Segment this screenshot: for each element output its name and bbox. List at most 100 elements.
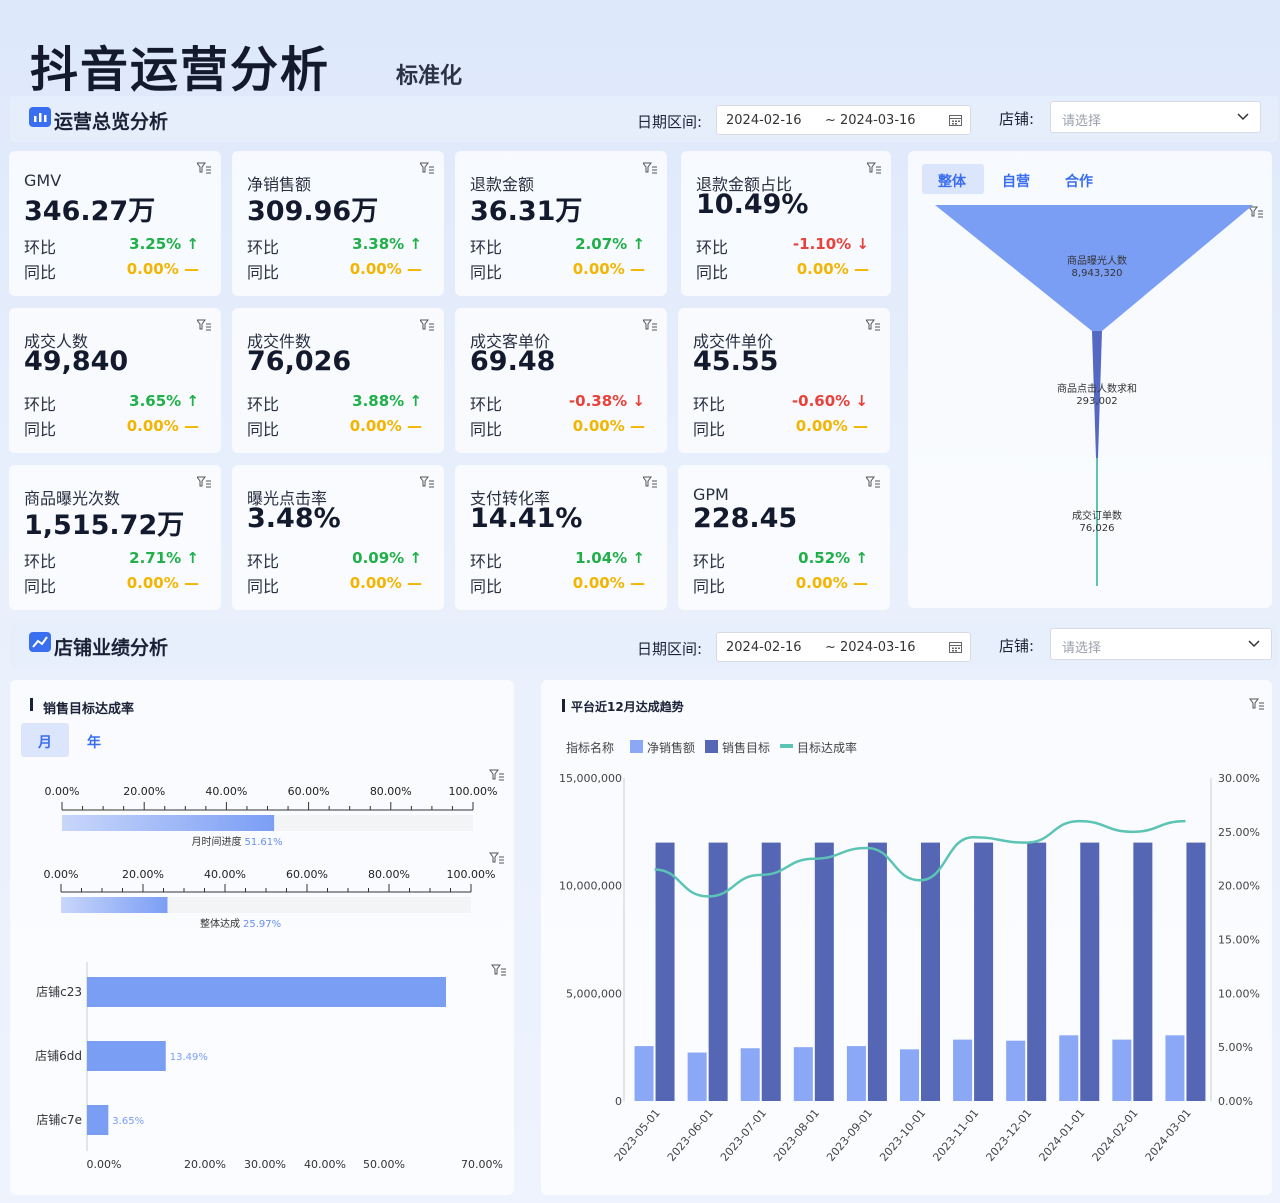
dash-icon: — — [407, 417, 422, 435]
arrow-up-icon: ↑ — [855, 549, 868, 567]
bar-sales-target — [655, 842, 675, 1101]
kpi-yoy-value: 0.00% — — [572, 417, 645, 435]
bar-net-sales — [634, 1046, 654, 1101]
y-right-tick-label: 5.00% — [1218, 1041, 1253, 1054]
date-range-picker[interactable]: 2024-02-16 ~ 2024-03-16 — [716, 105, 971, 135]
x-tick-label: 20.00% — [184, 1158, 226, 1171]
filter-icon[interactable] — [866, 319, 880, 331]
kpi-yoy-value: 0.00% — — [572, 574, 645, 592]
kpi-mom-label: 环比 — [24, 552, 57, 571]
kpi-yoy-label: 同比 — [247, 420, 280, 439]
kpi-yoy-label: 同比 — [24, 420, 57, 439]
kpi-yoy-label: 同比 — [470, 263, 503, 282]
bar-net-sales — [687, 1052, 707, 1101]
x-tick-label: 40.00% — [304, 1158, 346, 1171]
store-date-end: 2024-03-16 — [840, 640, 916, 655]
date-start: 2024-02-16 — [726, 113, 802, 128]
x-tick-label: 2024-02-01 — [1090, 1107, 1141, 1164]
filter-icon[interactable] — [866, 476, 880, 488]
bar-net-sales — [1006, 1040, 1026, 1101]
kpi-mom-label: 环比 — [24, 238, 57, 257]
kpi-value: 3.48% — [247, 503, 341, 534]
bar-net-sales — [1165, 1035, 1185, 1101]
filter-icon[interactable] — [197, 319, 211, 331]
x-tick-label: 30.00% — [244, 1158, 286, 1171]
filter-icon[interactable] — [197, 476, 211, 488]
x-tick-label: 50.00% — [363, 1158, 405, 1171]
filter-icon[interactable] — [1249, 698, 1264, 710]
kpi-mom-value: 2.07% ↑ — [575, 235, 645, 253]
x-tick-label: 2023-07-01 — [718, 1107, 769, 1164]
dash-icon: — — [854, 260, 869, 278]
kpi-yoy-value: 0.00% — — [795, 417, 868, 435]
x-tick-label: 2023-06-01 — [665, 1107, 716, 1164]
bar-sales-target — [867, 842, 887, 1101]
kpi-value: 14.41% — [470, 503, 583, 534]
arrow-up-icon: ↑ — [632, 549, 645, 567]
store-date-range-picker[interactable]: 2024-02-16 ~ 2024-03-16 — [716, 632, 971, 662]
x-tick-label: 2023-11-01 — [930, 1107, 981, 1164]
kpi-yoy-label: 同比 — [693, 420, 726, 439]
arrow-up-icon: ↑ — [409, 392, 422, 410]
filter-icon[interactable] — [420, 162, 434, 174]
filter-icon[interactable] — [643, 319, 657, 331]
kpi-card: 净销售额 309.96万 环比 同比 3.38% ↑ 0.00% — — [232, 151, 444, 296]
overview-section-icon — [29, 107, 51, 131]
funnel-stage-3-label: 成交订单数 — [1072, 509, 1122, 522]
kpi-mom-value: -0.38% ↓ — [568, 392, 645, 410]
filter-icon[interactable] — [643, 476, 657, 488]
kpi-mom-label: 环比 — [247, 395, 280, 414]
kpi-mom-label: 环比 — [247, 552, 280, 571]
y-right-tick-label: 20.00% — [1218, 880, 1260, 893]
funnel-panel: 整体 自营 合作 商品曝光人数 8,943,320 商品点击人数求和 293,0… — [908, 151, 1272, 608]
store-select[interactable]: 请选择 — [1050, 101, 1261, 133]
bar-sales-target — [708, 842, 728, 1101]
filter-icon[interactable] — [491, 964, 506, 976]
kpi-mom-value: 3.65% ↑ — [129, 392, 199, 410]
filter-icon[interactable] — [420, 476, 434, 488]
page-title: 抖音运营分析 — [30, 42, 331, 98]
dash-icon: — — [184, 574, 199, 592]
store-filter-placeholder: 请选择 — [1062, 641, 1102, 656]
funnel-stage-3-value: 76,026 — [1080, 523, 1115, 534]
filter-icon[interactable] — [197, 162, 211, 174]
kpi-card: 商品曝光次数 1,515.72万 环比 同比 2.71% ↑ 0.00% — — [9, 465, 221, 610]
funnel-stage-2-value: 293,002 — [1076, 396, 1117, 407]
kpi-mom-label: 环比 — [470, 552, 503, 571]
filter-icon[interactable] — [420, 319, 434, 331]
x-tick-label: 2023-05-01 — [612, 1107, 663, 1164]
kpi-mom-value: 3.88% ↑ — [352, 392, 422, 410]
line-achievement-rate — [654, 819, 1186, 898]
y-left-tick-label: 0 — [615, 1095, 622, 1108]
kpi-card: 成交件数 76,026 环比 同比 3.88% ↑ 0.00% — — [232, 308, 444, 453]
panel-title-marker — [562, 699, 565, 712]
kpi-card: 成交客单价 69.48 环比 同比 -0.38% ↓ 0.00% — — [455, 308, 667, 453]
date-end: 2024-03-16 — [840, 113, 916, 128]
kpi-mom-value: 3.25% ↑ — [129, 235, 199, 253]
y-left-tick-label: 5,000,000 — [566, 987, 622, 1000]
filter-icon[interactable] — [643, 162, 657, 174]
overview-section-title: 运营总览分析 — [54, 111, 169, 133]
kpi-mom-label: 环比 — [693, 552, 726, 571]
bar — [87, 1105, 109, 1135]
filter-icon[interactable] — [867, 162, 881, 174]
y-right-tick-label: 10.00% — [1218, 987, 1260, 1000]
legend-label: 销售目标 — [722, 740, 770, 755]
store-filter-label: 店铺: — [999, 637, 1035, 655]
store-filter-select[interactable]: 请选择 — [1050, 628, 1272, 660]
page-subtitle: 标准化 — [396, 64, 463, 89]
kpi-name: GPM — [693, 485, 729, 504]
kpi-card: 曝光点击率 3.48% 环比 同比 0.09% ↑ 0.00% — — [232, 465, 444, 610]
legend-swatch — [780, 744, 793, 748]
overview-section-bar: 运营总览分析 日期区间: 2024-02-16 ~ 2024-03-16 店铺:… — [10, 96, 1278, 142]
kpi-value: 45.55 — [693, 346, 779, 377]
kpi-yoy-label: 同比 — [470, 577, 503, 596]
kpi-yoy-label: 同比 — [247, 577, 280, 596]
kpi-yoy-value: 0.00% — — [349, 260, 422, 278]
store-section-bar: 店铺业绩分析 日期区间: 2024-02-16 ~ 2024-03-16 店铺:… — [10, 622, 1278, 668]
x-tick-label: 2024-03-01 — [1143, 1107, 1194, 1164]
y-right-tick-label: 15.00% — [1218, 934, 1260, 947]
kpi-name: GMV — [24, 171, 62, 190]
dash-icon: — — [853, 574, 868, 592]
kpi-card: 支付转化率 14.41% 环比 同比 1.04% ↑ 0.00% — — [455, 465, 667, 610]
